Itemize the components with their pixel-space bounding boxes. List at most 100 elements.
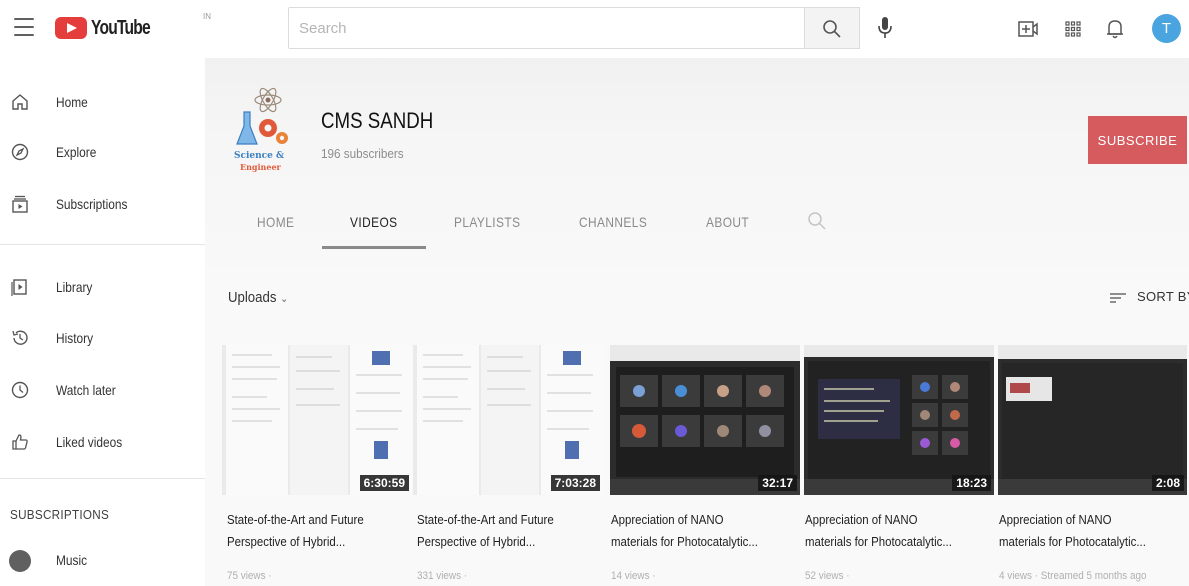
video-thumbnail[interactable]: 18:23 <box>804 345 994 495</box>
sidebar-item-label: Explore <box>56 144 97 160</box>
account-avatar[interactable]: T <box>1152 14 1181 43</box>
video-meta: 52 views · <box>805 570 850 582</box>
video-thumbnail[interactable]: 32:17 <box>610 345 800 495</box>
sidebar-item-home[interactable]: Home <box>0 84 205 120</box>
document-thumbnail-graphic <box>226 345 412 495</box>
logo-text: YouTube <box>91 16 151 39</box>
compass-icon <box>11 143 29 161</box>
sidebar-item-label: History <box>56 330 94 346</box>
sidebar-divider <box>0 244 205 245</box>
uploads-label: Uploads <box>228 289 277 306</box>
sidebar-item-music[interactable]: Music <box>0 542 205 578</box>
logo-country: IN <box>203 12 211 21</box>
home-icon <box>12 94 28 110</box>
create-video-button[interactable] <box>1015 16 1041 42</box>
search-button[interactable] <box>805 7 860 49</box>
video-title-line: Appreciation of NANO <box>611 512 724 527</box>
video-thumbnail[interactable]: 6:30:59 <box>222 345 412 495</box>
document-thumbnail-graphic <box>417 345 603 495</box>
sort-icon <box>1110 293 1126 303</box>
video-duration: 2:08 <box>1151 475 1184 491</box>
sort-by-button[interactable]: SORT BY <box>1137 289 1189 304</box>
sidebar-item-watch-later[interactable]: Watch later <box>0 372 205 408</box>
video-title[interactable]: Appreciation of NANO materials for Photo… <box>611 509 776 553</box>
channel-search-icon[interactable] <box>806 210 828 232</box>
channel-header <box>205 58 1189 268</box>
video-title-line: materials for Photocatalytic... <box>611 534 758 549</box>
sidebar-item-label: Subscriptions <box>56 196 128 212</box>
tab-videos[interactable]: VIDEOS <box>350 214 398 230</box>
search-box <box>288 7 805 49</box>
sidebar-divider <box>0 478 205 479</box>
sidebar-item-explore[interactable]: Explore <box>0 134 205 170</box>
video-thumbnail[interactable]: 7:03:28 <box>413 345 603 495</box>
tab-playlists[interactable]: PLAYLISTS <box>454 214 520 230</box>
sidebar-item-liked-videos[interactable]: Liked videos <box>0 424 205 460</box>
search-icon <box>823 20 841 38</box>
menu-icon[interactable] <box>14 18 34 36</box>
video-title-line: Perspective of Hybrid... <box>227 534 346 549</box>
active-tab-indicator <box>322 246 426 249</box>
video-duration: 18:23 <box>952 475 991 491</box>
video-meta: 14 views · <box>611 570 656 582</box>
video-title-line: materials for Photocatalytic... <box>999 534 1146 549</box>
apps-grid-icon <box>1065 21 1081 37</box>
sidebar-item-label: Watch later <box>56 382 116 398</box>
tab-about[interactable]: ABOUT <box>706 214 749 230</box>
apps-button[interactable] <box>1060 16 1086 42</box>
thumbs-up-icon <box>12 434 28 450</box>
video-title-line: Appreciation of NANO <box>805 512 918 527</box>
sidebar-item-label: Music <box>56 552 88 568</box>
sidebar-item-subscriptions[interactable]: Subscriptions <box>0 186 205 222</box>
youtube-logo[interactable]: YouTube IN <box>55 12 211 40</box>
video-thumbnail[interactable]: 2:08 <box>998 345 1187 495</box>
create-video-icon <box>1018 21 1038 37</box>
subscribe-button[interactable]: SUBSCRIBE <box>1088 116 1187 164</box>
voice-search-button[interactable] <box>873 14 897 42</box>
microphone-icon <box>878 17 892 38</box>
channel-logo: Science & Engineer <box>234 87 288 172</box>
sidebar-item-library[interactable]: Library <box>0 269 205 305</box>
bell-icon <box>1107 20 1123 39</box>
video-title-line: State-of-the-Art and Future <box>417 512 554 527</box>
meeting-thumbnail-graphic <box>804 345 994 495</box>
channel-logo-text-2: Engineer <box>240 162 282 172</box>
sidebar-item-label: Home <box>56 94 88 110</box>
video-meta: 4 views · Streamed 5 months ago <box>999 570 1147 582</box>
tab-channels[interactable]: CHANNELS <box>579 214 647 230</box>
library-icon <box>11 279 27 296</box>
video-title[interactable]: State-of-the-Art and Future Perspective … <box>227 509 392 553</box>
chevron-down-icon: ⌄ <box>280 293 289 305</box>
subscriber-count: 196 subscribers <box>321 146 404 161</box>
video-duration: 6:30:59 <box>359 475 409 491</box>
sidebar-item-label: Liked videos <box>56 434 123 450</box>
channel-logo-text-1: Science & <box>234 151 284 161</box>
uploads-dropdown[interactable]: Uploads ⌄ <box>228 289 288 306</box>
tab-home[interactable]: HOME <box>257 214 294 230</box>
notifications-button[interactable] <box>1102 16 1128 42</box>
video-title-line: Perspective of Hybrid... <box>417 534 536 549</box>
meeting-thumbnail-graphic <box>610 345 800 495</box>
subscriptions-icon <box>12 195 28 213</box>
video-title-line: materials for Photocatalytic... <box>805 534 952 549</box>
video-title[interactable]: State-of-the-Art and Future Perspective … <box>417 509 582 553</box>
sidebar-item-label: Library <box>56 279 93 295</box>
video-meta: 331 views · <box>417 570 468 582</box>
subscriptions-section-title: SUBSCRIPTIONS <box>10 507 110 522</box>
play-logo-icon <box>55 17 87 39</box>
sidebar-item-history[interactable]: History <box>0 320 205 356</box>
video-duration: 32:17 <box>758 475 797 491</box>
top-bar: YouTube IN T <box>0 0 1189 58</box>
clock-icon <box>11 381 29 399</box>
channel-name: CMS SANDH <box>321 108 434 133</box>
music-channel-avatar <box>9 550 31 572</box>
video-title-line: Appreciation of NANO <box>999 512 1112 527</box>
video-title[interactable]: Appreciation of NANO materials for Photo… <box>999 509 1164 553</box>
video-duration: 7:03:28 <box>550 475 600 491</box>
history-icon <box>12 330 28 345</box>
video-title-line: State-of-the-Art and Future <box>227 512 364 527</box>
video-title[interactable]: Appreciation of NANO materials for Photo… <box>805 509 970 553</box>
search-input[interactable] <box>289 8 804 48</box>
video-meta: 75 views · <box>227 570 272 582</box>
meeting-thumbnail-graphic <box>998 345 1187 495</box>
